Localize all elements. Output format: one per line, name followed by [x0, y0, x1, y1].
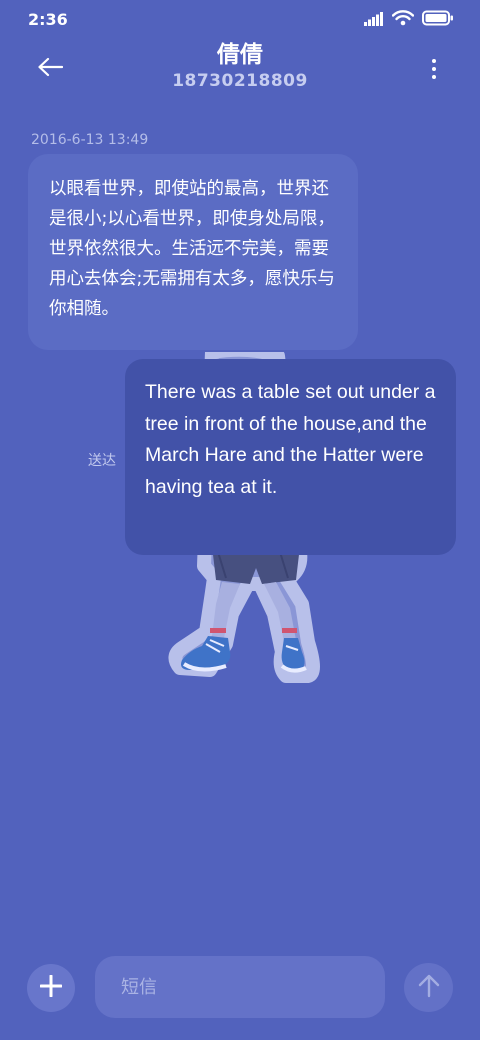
message-input[interactable] — [95, 956, 385, 1018]
incoming-message-bubble[interactable]: 以眼看世界，即使站的最高，世界还是很小;以心看世界，即使身处局限，世界依然很大。… — [28, 154, 358, 350]
more-vertical-icon-dot — [432, 59, 436, 63]
incoming-message-text: 以眼看世界，即使站的最高，世界还是很小;以心看世界，即使身处局限，世界依然很大。… — [49, 179, 335, 319]
outgoing-message-text: There was a table set out under a tree i… — [145, 381, 436, 498]
send-button[interactable] — [404, 963, 453, 1012]
arrow-up-icon — [418, 974, 440, 1002]
chat-screen: 2:36 倩倩 18730218809 2016-6-13 13:49 以眼看世… — [0, 0, 480, 1040]
more-vertical-icon-dot — [432, 67, 436, 71]
chat-header: 倩倩 18730218809 — [0, 38, 480, 100]
contact-number: 18730218809 — [172, 71, 308, 91]
more-vertical-icon-dot — [432, 75, 436, 79]
status-icons — [364, 10, 454, 30]
outgoing-message-bubble[interactable]: There was a table set out under a tree i… — [125, 359, 456, 555]
status-bar: 2:36 — [0, 0, 480, 38]
plus-icon — [39, 974, 63, 1001]
status-time: 2:36 — [28, 10, 68, 29]
sent-status-label: 送达 — [88, 453, 116, 469]
signal-icon — [364, 11, 384, 30]
contact-name: 倩倩 — [217, 42, 263, 68]
add-attachment-button[interactable] — [27, 964, 75, 1012]
message-timestamp: 2016-6-13 13:49 — [31, 132, 149, 148]
battery-icon — [422, 10, 454, 30]
contact-title: 倩倩 18730218809 — [0, 40, 480, 92]
wifi-icon — [391, 10, 415, 30]
more-options-button[interactable] — [422, 54, 446, 84]
